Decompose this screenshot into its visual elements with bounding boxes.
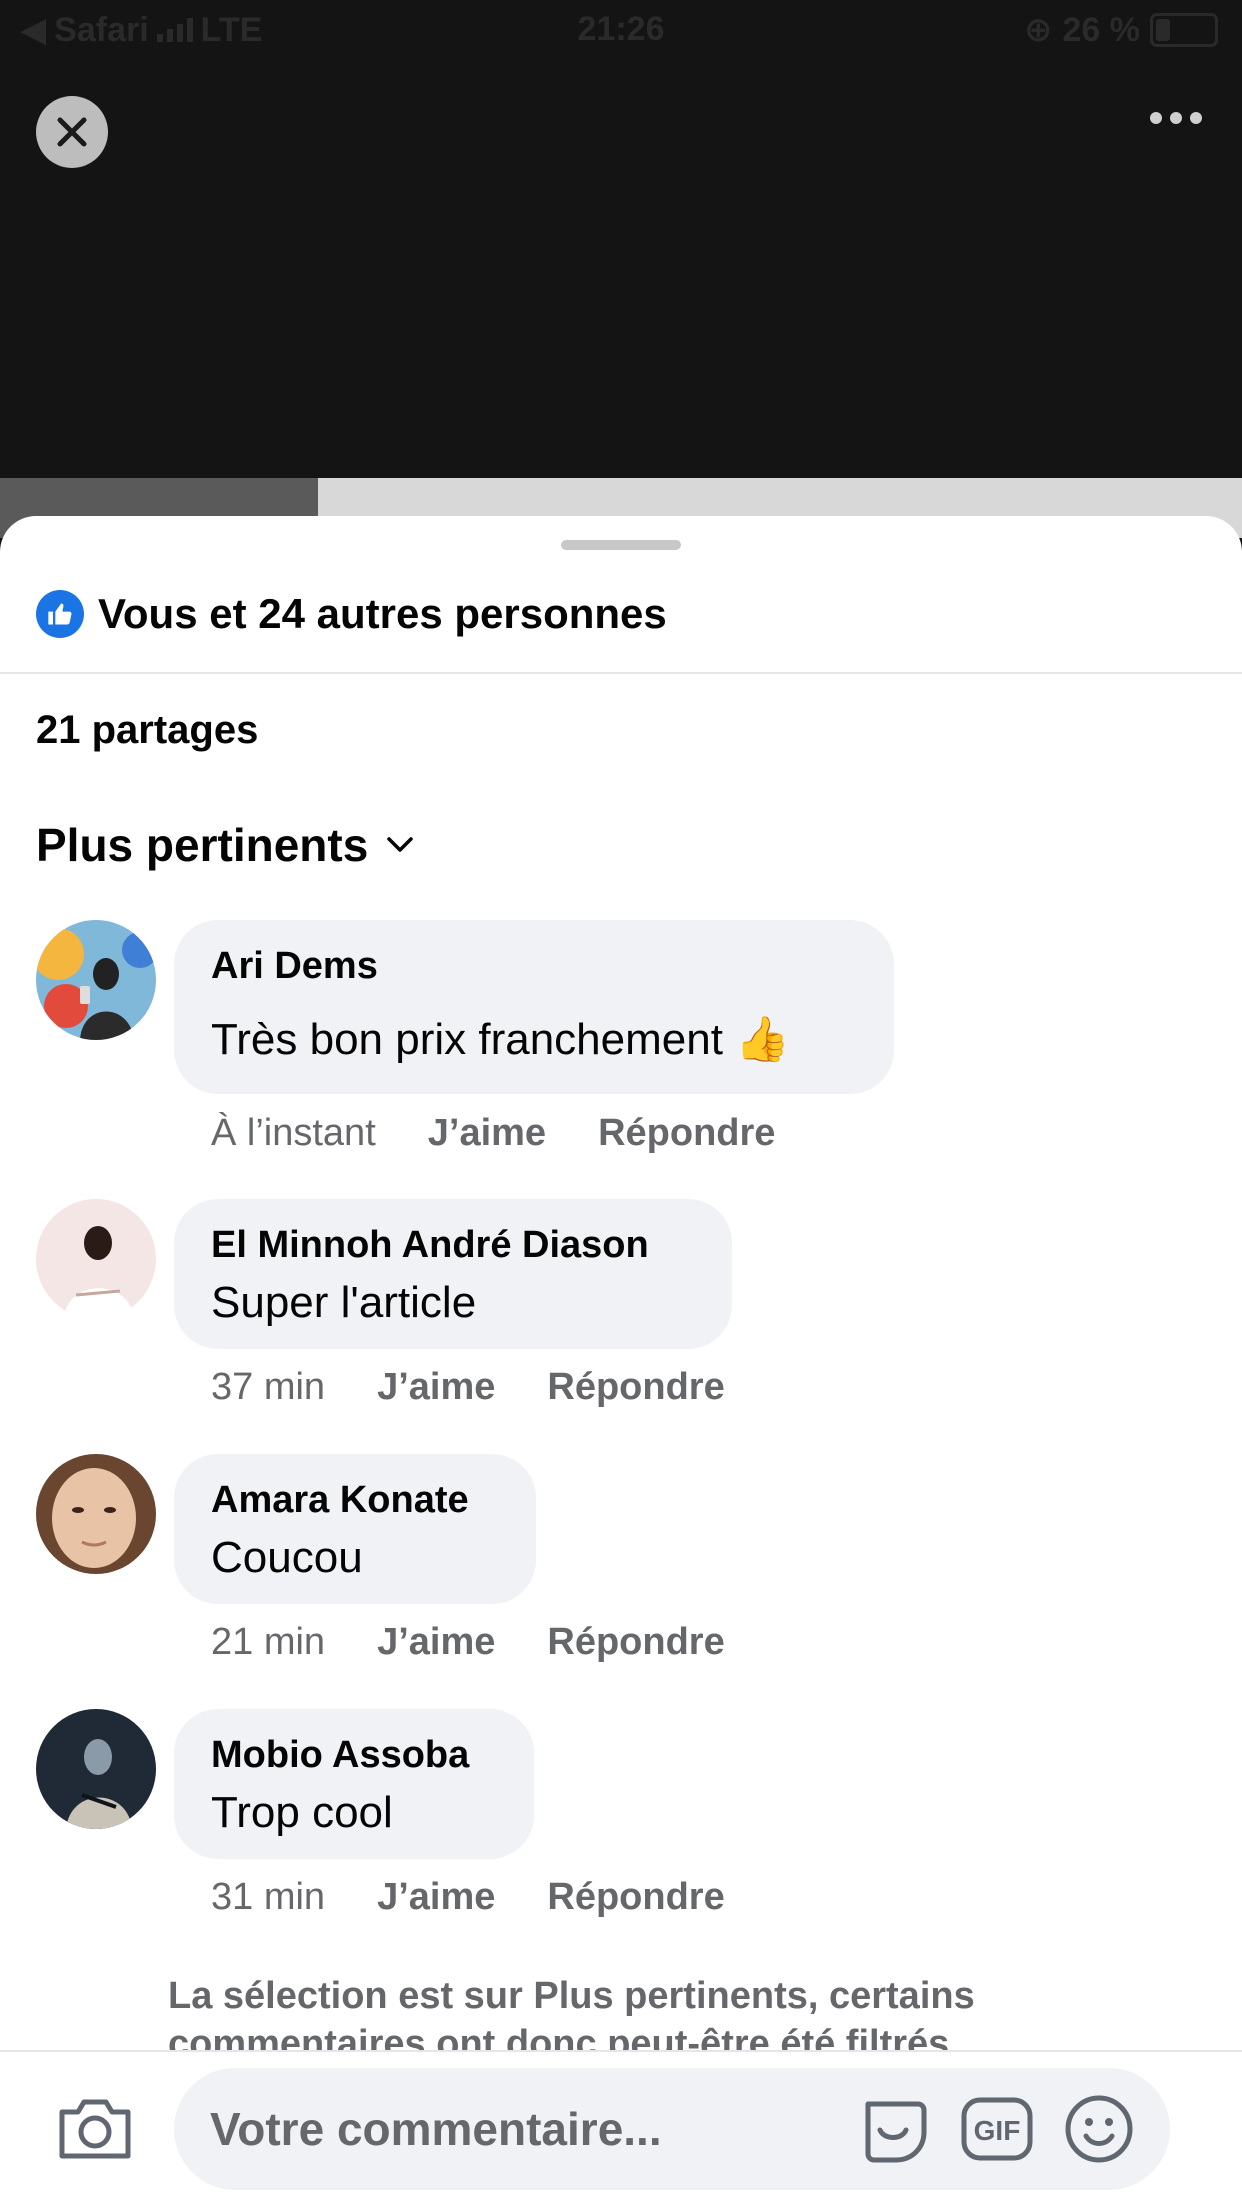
like-button[interactable]: J’aime — [377, 1621, 495, 1664]
battery-percent: 26 % — [1062, 10, 1141, 49]
comment-bubble[interactable]: Mobio Assoba Trop cool — [174, 1709, 534, 1859]
comment-time: 31 min — [211, 1876, 326, 1918]
comment-text: Coucou — [211, 1533, 363, 1582]
like-button[interactable]: J’aime — [377, 1876, 495, 1919]
more-dot-icon — [1150, 112, 1162, 124]
comment-actions: 37 min J’aime Répondre — [211, 1366, 725, 1409]
gif-icon: GIF — [961, 2097, 1033, 2161]
comment-time: 37 min — [211, 1366, 326, 1408]
reply-button[interactable]: Répondre — [598, 1112, 775, 1155]
status-bar: ◀ Safari LTE 21:26 ⊕ 26 % — [0, 0, 1242, 62]
gif-button[interactable]: GIF — [960, 2094, 1034, 2169]
reactions-summary[interactable]: Vous et 24 autres personnes — [36, 590, 667, 638]
comment-author[interactable]: Mobio Assoba — [211, 1731, 498, 1779]
comment-bubble[interactable]: El Minnoh André Diason Super l'article — [174, 1199, 732, 1349]
more-dot-icon — [1170, 112, 1182, 124]
more-dot-icon — [1190, 112, 1202, 124]
close-button[interactable] — [36, 96, 108, 168]
comment-author[interactable]: Ari Dems — [211, 942, 858, 990]
comment-actions: À l’instant J’aime Répondre — [211, 1112, 775, 1155]
comment-author[interactable]: Amara Konate — [211, 1476, 500, 1524]
close-icon — [57, 117, 87, 147]
emoji-button[interactable] — [1062, 2092, 1136, 2171]
comment-text: Trop cool — [211, 1788, 393, 1837]
comment-text: Super l'article — [211, 1278, 477, 1327]
comment-bubble[interactable]: Ari Dems Très bon prix franchement 👍 — [174, 920, 894, 1094]
orientation-lock-icon: ⊕ — [1024, 11, 1053, 49]
reactions-text: Vous et 24 autres personnes — [98, 590, 667, 637]
sort-label: Plus pertinents — [36, 819, 369, 871]
comment-input[interactable]: Votre commentaire... GIF — [174, 2068, 1170, 2190]
reply-button[interactable]: Répondre — [547, 1366, 724, 1409]
camera-button[interactable] — [56, 2094, 134, 2167]
composer-actions: GIF — [858, 2092, 1136, 2171]
comment-time: 21 min — [211, 1621, 326, 1663]
comment-composer: Votre commentaire... GIF — [0, 2050, 1242, 2208]
sort-dropdown[interactable]: Plus pertinents — [36, 818, 414, 872]
status-right: ⊕ 26 % — [1024, 10, 1218, 50]
battery-icon — [1150, 13, 1218, 47]
chevron-down-icon — [387, 837, 414, 852]
reply-button[interactable]: Répondre — [547, 1621, 724, 1664]
avatar[interactable] — [36, 1199, 156, 1319]
sheet-drag-handle[interactable] — [561, 540, 681, 550]
avatar[interactable] — [36, 920, 156, 1040]
like-icon — [36, 590, 84, 638]
shares-count[interactable]: 21 partages — [36, 708, 258, 753]
camera-icon — [59, 2099, 131, 2159]
comments-sheet: Vous et 24 autres personnes 21 partages … — [0, 516, 1242, 2208]
comment-time: À l’instant — [211, 1112, 376, 1154]
gif-label: GIF — [974, 2115, 1021, 2146]
smiley-icon — [1065, 2095, 1133, 2163]
comment-actions: 21 min J’aime Répondre — [211, 1621, 725, 1664]
comment-author[interactable]: El Minnoh André Diason — [211, 1221, 696, 1269]
avatar-sticker-button[interactable] — [858, 2092, 932, 2171]
divider — [0, 672, 1242, 674]
avatar[interactable] — [36, 1709, 156, 1829]
reply-button[interactable]: Répondre — [547, 1876, 724, 1919]
sticker-icon — [865, 2101, 927, 2163]
like-button[interactable]: J’aime — [377, 1366, 495, 1409]
comment-input-placeholder: Votre commentaire... — [210, 2103, 662, 2155]
comment-bubble[interactable]: Amara Konate Coucou — [174, 1454, 536, 1604]
avatar[interactable] — [36, 1454, 156, 1574]
like-button[interactable]: J’aime — [428, 1112, 546, 1155]
comment-text: Très bon prix franchement 👍 — [211, 1015, 790, 1064]
comment-actions: 31 min J’aime Répondre — [211, 1876, 725, 1919]
more-options-button[interactable] — [1150, 112, 1202, 124]
